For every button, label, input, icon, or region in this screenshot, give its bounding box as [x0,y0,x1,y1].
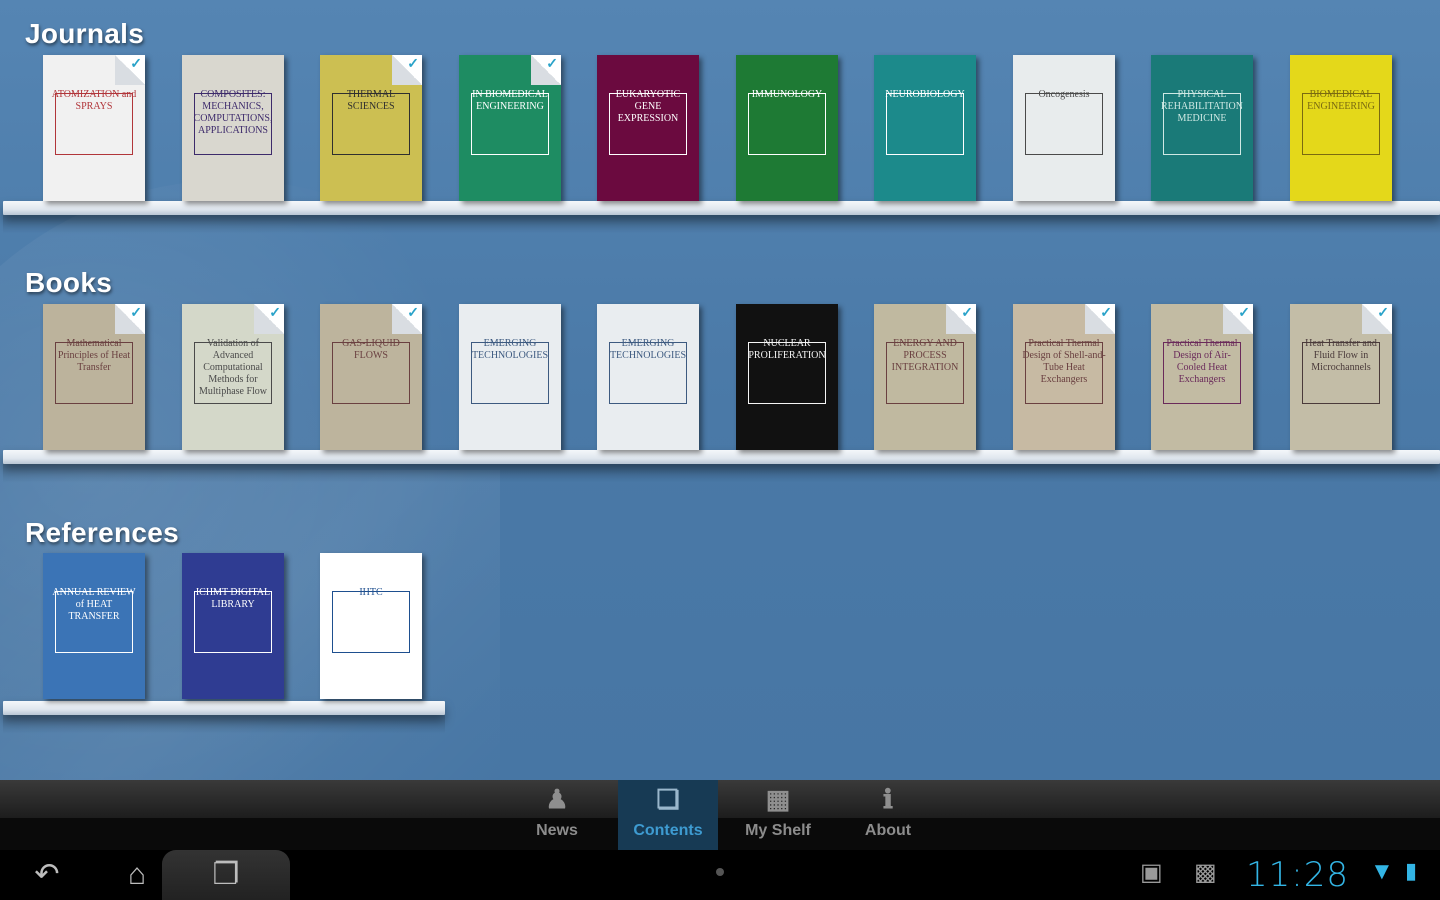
book-cover[interactable]: PHYSICAL REHABILITATION MEDICINE [1151,55,1253,201]
book-title: Heat Transfer and Fluid Flow in Microcha… [1305,338,1377,373]
book-cover[interactable]: Practical Thermal Design of Shell-and-Tu… [1013,304,1115,450]
home-button[interactable]: ⌂ [106,850,168,900]
book-title: PHYSICAL REHABILITATION MEDICINE [1161,89,1243,124]
section-title-references: References [25,517,179,548]
book-cover[interactable]: NEUROBIOLOGY [874,55,976,201]
back-icon: ↶ [34,858,60,891]
shelf-shadow [3,714,445,734]
bottom-tab-bar [0,780,1440,818]
tab-contents[interactable]: ❏ Contents [618,780,718,850]
app-root: Journals ATOMIZATION and SPRAYS ✓ COMPOSIT… [0,0,1440,900]
tab-news[interactable]: ♟ News [507,780,607,850]
book-cover[interactable]: COMPOSITES: MECHANICS, COMPUTATIONS, APP… [182,55,284,201]
book-cover[interactable]: EUKARYOTIC GENE EXPRESSION [597,55,699,201]
cover-frame [886,93,964,155]
downloaded-check-icon: ✓ [392,304,422,334]
sd-card-notification-icon[interactable]: ▩ [1194,858,1217,887]
tab-my-shelf[interactable]: ▦ My Shelf [728,780,828,850]
book-title: EMERGING TECHNOLOGIES [471,338,549,361]
book-cover[interactable]: Heat Transfer and Fluid Flow in Microcha… [1290,304,1392,450]
book-title: EUKARYOTIC GENE EXPRESSION [615,89,681,124]
book-cover[interactable]: ATOMIZATION and SPRAYS ✓ [43,55,145,201]
book-title: NEUROBIOLOGY [885,89,965,100]
news-icon: ♟ [545,784,569,814]
recent-apps-button[interactable]: ❐ [162,850,290,900]
book-title: BIOMEDICAL ENGINEERING [1307,89,1375,112]
cover-frame [332,591,410,653]
contents-icon: ❏ [656,784,680,814]
tab-label: News [536,822,578,839]
book-cover[interactable]: IN BIOMEDICAL ENGINEERING ✓ [459,55,561,201]
book-cover[interactable]: IHTC [320,553,422,699]
book-cover[interactable]: BIOMEDICAL ENGINEERING [1290,55,1392,201]
downloaded-check-icon: ✓ [1362,304,1392,334]
section-title-books: Books [25,267,113,298]
book-cover[interactable]: EMERGING TECHNOLOGIES [597,304,699,450]
cover-frame [1025,93,1103,155]
book-cover[interactable]: Validation of Advanced Computational Met… [182,304,284,450]
book-cover[interactable]: ANNUAL REVIEW of HEAT TRANSFER [43,553,145,699]
book-title: IMMUNOLOGY [751,89,823,100]
back-button[interactable]: ↶ [16,850,78,900]
tab-label: My Shelf [745,822,811,839]
status-clock[interactable]: 11:28 [1246,850,1349,900]
downloaded-check-icon: ✓ [392,55,422,85]
book-title: Practical Thermal Design of Air-Cooled H… [1166,338,1238,385]
shelf-journals [3,201,1440,215]
home-icon: ⌂ [127,858,147,891]
shelf-books [3,450,1440,464]
book-cover[interactable]: NUCLEAR PROLIFERATION [736,304,838,450]
section-title-journals: Journals [25,18,145,49]
book-cover[interactable]: Practical Thermal Design of Air-Cooled H… [1151,304,1253,450]
book-title: NUCLEAR PROLIFERATION [748,338,826,361]
wifi-icon: ▼ [1370,858,1394,885]
book-title: COMPOSITES: MECHANICS, COMPUTATIONS, APP… [193,89,273,136]
shelf-icon: ▦ [765,784,791,814]
book-title: Mathematical Principles of Heat Transfer [57,338,131,373]
book-cover[interactable]: Oncogenesis [1013,55,1115,201]
page-indicator-dot [716,868,724,876]
shelf-shadow [3,463,1440,483]
book-cover[interactable]: ICHMT DIGITAL LIBRARY [182,553,284,699]
book-title: IN BIOMEDICAL ENGINEERING [472,89,548,112]
downloaded-check-icon: ✓ [115,55,145,85]
cover-frame [748,93,826,155]
bottom-tab-bar-base [0,818,1440,850]
book-cover[interactable]: IMMUNOLOGY [736,55,838,201]
book-title: GAS-LIQUID FLOWS [342,338,400,361]
battery-icon: ▮ [1405,858,1418,883]
book-title: Oncogenesis [1038,89,1090,100]
downloaded-check-icon: ✓ [1085,304,1115,334]
shelf-shadow [3,214,1440,234]
book-title: ATOMIZATION and SPRAYS [51,89,137,112]
book-title: Practical Thermal Design of Shell-and-Tu… [1022,338,1106,385]
book-title: ANNUAL REVIEW of HEAT TRANSFER [52,587,136,622]
book-cover[interactable]: GAS-LIQUID FLOWS ✓ [320,304,422,450]
book-title: IHTC [359,587,383,598]
shelf-references [3,701,445,715]
book-cover[interactable]: EMERGING TECHNOLOGIES [459,304,561,450]
tab-label: About [864,822,912,839]
downloaded-check-icon: ✓ [531,55,561,85]
tab-about[interactable]: ℹ About [838,780,938,850]
book-title: ICHMT DIGITAL LIBRARY [195,587,271,610]
book-title: THERMAL SCIENCES [346,89,396,112]
downloaded-check-icon: ✓ [254,304,284,334]
downloaded-check-icon: ✓ [115,304,145,334]
book-cover[interactable]: ENERGY AND PROCESS INTEGRATION ✓ [874,304,976,450]
about-icon: ℹ [883,784,893,814]
book-title: Validation of Advanced Computational Met… [198,338,268,397]
gallery-notification-icon[interactable]: ▣ [1140,858,1163,887]
book-title: ENERGY AND PROCESS INTEGRATION [891,338,959,373]
downloaded-check-icon: ✓ [1223,304,1253,334]
book-title: EMERGING TECHNOLOGIES [609,338,687,361]
book-cover[interactable]: THERMAL SCIENCES ✓ [320,55,422,201]
book-cover[interactable]: Mathematical Principles of Heat Transfer… [43,304,145,450]
downloaded-check-icon: ✓ [946,304,976,334]
recent-apps-icon: ❐ [212,858,240,891]
tab-label: Contents [633,822,703,839]
